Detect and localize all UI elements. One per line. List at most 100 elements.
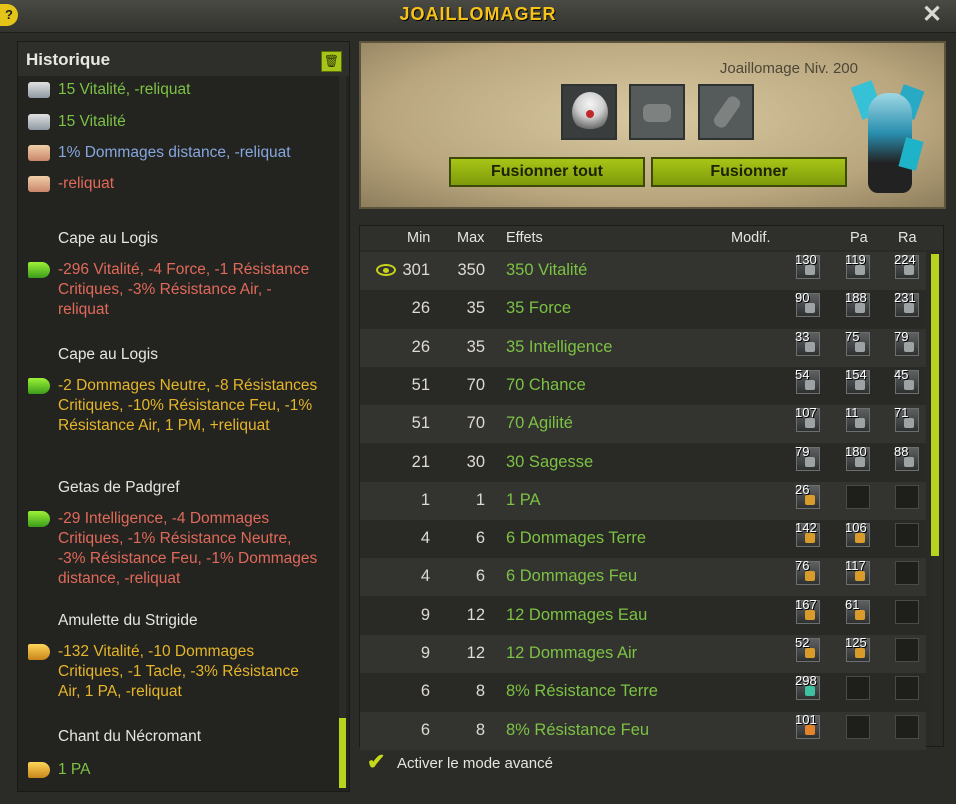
history-list: 15 Vitalité, -reliquat 15 Vitalité 1% Do…: [18, 76, 338, 790]
rune-slot-ra[interactable]: 71: [894, 405, 919, 433]
rune-count: 167: [795, 596, 817, 612]
rune-slot-pa[interactable]: 119: [845, 252, 870, 279]
rune-count: 106: [845, 520, 867, 536]
rune-slot-ra[interactable]: [895, 561, 919, 586]
rune-slot-pa[interactable]: 188: [845, 290, 870, 318]
rune-count: 79: [894, 328, 909, 344]
boots-icon: [28, 511, 50, 527]
effects-table-header: Min Max Effets Modif. Pa Ra: [360, 226, 943, 250]
effect-row: 301 350 350 Vitalité 130 119 224: [360, 252, 926, 290]
effect-min: 301: [402, 261, 430, 279]
effect-row: 51 70 70 Chance 54 154 45: [360, 366, 926, 405]
effect-max: 6: [475, 567, 485, 586]
rune-slot-ra[interactable]: [895, 484, 919, 509]
rune-icon: [28, 114, 50, 130]
rune-slot-modif[interactable]: 76: [795, 558, 820, 586]
effect-label: 6 Dommages Terre: [506, 529, 647, 548]
rune-slot-pa[interactable]: 125: [845, 635, 870, 662]
potion-slot[interactable]: [698, 84, 754, 140]
effect-label: 1 PA: [506, 490, 541, 509]
rune-slot-pa[interactable]: [846, 676, 870, 701]
fuse-button[interactable]: Fusionner: [651, 157, 847, 187]
trash-icon[interactable]: 🗑: [321, 51, 342, 72]
history-scrollbar-thumb[interactable]: [339, 718, 346, 788]
effect-label: 70 Chance: [506, 375, 586, 394]
craft-panel: Joaillomage Niv. 200 Fusionner tout Fusi…: [359, 41, 946, 209]
rune-count: 76: [795, 558, 810, 574]
rune-slot-ra[interactable]: 231: [894, 290, 919, 318]
amulet-icon: [28, 644, 50, 660]
rune-slot-ra[interactable]: [895, 714, 919, 739]
column-header-min: Min: [407, 230, 431, 246]
rune-slot-modif[interactable]: 33: [795, 328, 820, 356]
rune-slot-ra[interactable]: 224: [894, 252, 919, 279]
rune-slot-modif[interactable]: 167: [795, 596, 820, 624]
rune-count: 119: [845, 252, 866, 267]
rune-slot-ra[interactable]: 88: [894, 444, 919, 471]
rune-count: 130: [795, 252, 817, 267]
rune-count: 90: [795, 290, 810, 306]
rune-slot-modif[interactable]: 142: [795, 520, 820, 548]
rune-slot-ra[interactable]: [895, 523, 919, 548]
rune-icon: [28, 145, 50, 161]
history-entry-text: -2 Dommages Neutre, -8 Résistances Criti…: [58, 377, 318, 434]
effect-row: 4 6 6 Dommages Feu 76 117: [360, 558, 926, 597]
rune-count: 79: [795, 443, 810, 459]
effect-label: 70 Agilité: [506, 414, 573, 433]
history-scrollbar[interactable]: [339, 76, 346, 788]
effect-max: 8: [475, 682, 485, 701]
effect-label: 8% Résistance Feu: [506, 720, 650, 739]
rune-slot-pa[interactable]: 106: [845, 520, 870, 548]
effect-label: 12 Dommages Eau: [506, 605, 648, 624]
advanced-mode-label: Activer le mode avancé: [397, 755, 553, 772]
rune-slot-ra[interactable]: [895, 676, 919, 701]
rune-slot-pa[interactable]: [846, 484, 870, 509]
history-entry-text: -reliquat: [58, 175, 114, 192]
effect-min: 26: [411, 337, 430, 356]
item-slot[interactable]: [561, 84, 617, 140]
rune-count: 61: [845, 596, 860, 612]
rune-slot-modif[interactable]: 79: [795, 443, 820, 471]
rune-slot-ra[interactable]: [895, 638, 919, 662]
rune-slot-pa[interactable]: [846, 714, 870, 739]
column-header-effects: Effets: [506, 230, 543, 246]
rune-slot-pa[interactable]: 154: [845, 367, 870, 394]
rune-slot-modif[interactable]: 107: [795, 405, 820, 433]
effect-max: 70: [466, 375, 485, 394]
rune-slot-pa[interactable]: 11: [845, 405, 870, 433]
effect-row: 1 1 1 PA 26: [360, 481, 926, 520]
effect-row: 21 30 30 Sagesse 79 180 88: [360, 443, 926, 482]
rune-slot-modif[interactable]: 26: [795, 482, 820, 509]
rune-slot-modif[interactable]: 52: [795, 635, 820, 662]
effect-min: 4: [420, 567, 430, 586]
advanced-mode-toggle[interactable]: ✔ Activer le mode avancé: [367, 751, 667, 776]
effect-max: 12: [466, 644, 485, 662]
rune-slot[interactable]: [629, 84, 685, 140]
rune-slot-pa[interactable]: 75: [845, 329, 870, 356]
rune-slot-modif[interactable]: 54: [795, 367, 820, 394]
effect-max: 350: [457, 261, 485, 279]
rune-count: 117: [845, 558, 866, 574]
checkmark-icon[interactable]: ✔: [367, 751, 387, 773]
rune-slot-pa[interactable]: 117: [845, 558, 870, 586]
rune-slot-pa[interactable]: 180: [845, 443, 870, 471]
history-entry-text: 1 PA: [58, 761, 91, 778]
rune-slot-ra[interactable]: 79: [894, 328, 919, 356]
rune-count: 180: [845, 443, 867, 459]
rune-slot-modif[interactable]: 90: [795, 290, 820, 318]
close-icon[interactable]: ✕: [920, 3, 944, 27]
effect-min: 26: [411, 299, 430, 318]
rune-count: 33: [795, 328, 810, 344]
rune-slot-ra[interactable]: [895, 599, 919, 624]
rune-count: 52: [795, 635, 810, 650]
rune-count: 11: [845, 405, 859, 421]
effects-scrollbar-thumb[interactable]: [931, 254, 939, 556]
rune-slot-modif[interactable]: 101: [795, 712, 820, 739]
fuse-all-button[interactable]: Fusionner tout: [449, 157, 645, 187]
rune-slot-modif[interactable]: 130: [795, 252, 820, 279]
rune-slot-modif[interactable]: 298: [795, 673, 820, 701]
rune-icon: [28, 82, 50, 98]
effect-row: 6 8 8% Résistance Terre 298: [360, 673, 926, 712]
rune-slot-pa[interactable]: 61: [845, 596, 870, 624]
rune-slot-ra[interactable]: 45: [894, 367, 919, 394]
